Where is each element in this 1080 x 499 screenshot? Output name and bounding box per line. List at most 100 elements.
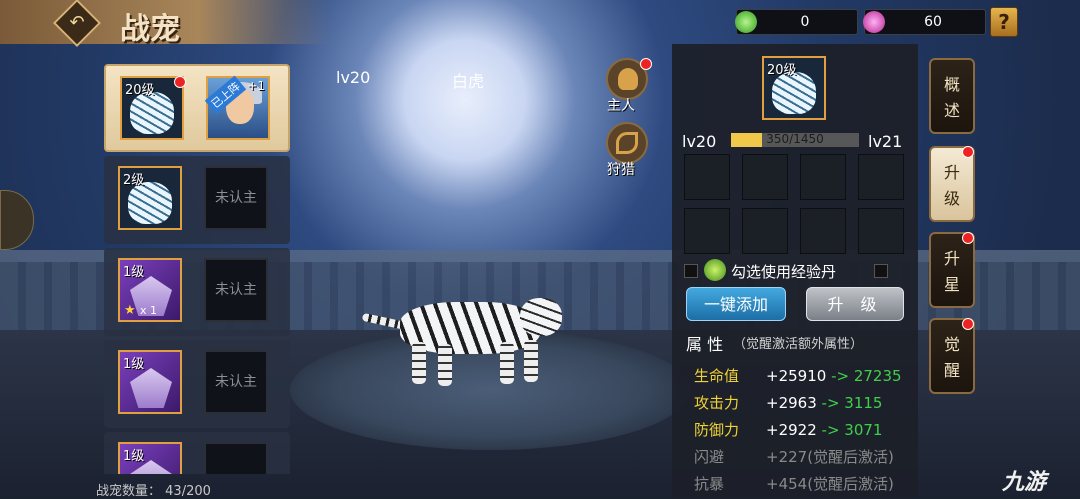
pet-list-item[interactable]: 2级 未认主 xyxy=(104,156,290,244)
unowned-slot[interactable] xyxy=(204,442,268,474)
bow-icon xyxy=(616,132,638,154)
attribute-next: -> 27235 xyxy=(831,367,902,385)
material-slot[interactable] xyxy=(800,208,846,254)
helmet-icon xyxy=(618,68,638,90)
auto-add-button[interactable]: 一键添加 xyxy=(686,287,786,321)
pet-portrait: 2级 xyxy=(118,166,182,230)
header: ↶ 战宠 0 60 ? xyxy=(0,0,1080,48)
red-dot-icon xyxy=(640,58,652,70)
pet-count-label: 战宠数量： xyxy=(96,484,162,499)
tiger-head xyxy=(520,298,562,336)
material-slot[interactable] xyxy=(858,154,904,200)
attribute-name: 攻击力 xyxy=(694,394,740,412)
tab-upgrade-label: 升 级 xyxy=(943,163,960,208)
green-gem-icon xyxy=(735,11,757,33)
white-tiger-icon xyxy=(772,72,816,114)
attribute-row: 闪避 +227(觉醒后激活) xyxy=(694,446,894,467)
owner-hero-portrait[interactable]: 已上阵 +1 xyxy=(204,75,270,140)
resource-green-value: 0 xyxy=(800,14,810,30)
star-icon: ★ xyxy=(124,303,136,318)
use-exp-label: 勾选使用经验丹 xyxy=(731,263,837,281)
help-button[interactable]: ? xyxy=(990,7,1018,37)
material-slot[interactable] xyxy=(742,208,788,254)
attribute-row: 生命值 +25910 -> 27235 xyxy=(694,365,902,386)
pet-list-item[interactable]: 1级 xyxy=(104,432,290,474)
pet-list[interactable]: 20级 已上阵 +1 2级 未认主 1级 ★ x 1 未认主 1级 未认主 1级 xyxy=(104,64,290,474)
xp-text: 350/1450 xyxy=(766,132,824,146)
material-slot[interactable] xyxy=(742,154,788,200)
use-exp-checkbox[interactable] xyxy=(874,264,888,278)
attribute-row: 防御力 +2922 -> 3071 xyxy=(694,419,882,440)
white-tiger-icon xyxy=(130,92,174,134)
tab-star-up-label: 升 星 xyxy=(943,249,960,294)
red-dot-icon xyxy=(962,318,974,330)
exp-pill-icon xyxy=(704,259,726,281)
watermark: 九游 xyxy=(1002,470,1047,495)
resource-purple: 60 xyxy=(863,9,986,35)
attribute-name: 生命值 xyxy=(694,367,740,385)
hunt-button-label: 狩猎 xyxy=(607,162,635,178)
attributes-title: 属 性 xyxy=(686,335,724,354)
hero-plus: +1 xyxy=(247,79,265,93)
pet-portrait: 1级 xyxy=(118,350,182,414)
tiger-leg xyxy=(412,342,426,384)
material-slot[interactable] xyxy=(684,154,730,200)
unowned-slot[interactable]: 未认主 xyxy=(204,166,268,230)
tiger-leg xyxy=(524,340,538,382)
red-dot-icon xyxy=(962,232,974,244)
attribute-value: +25910 xyxy=(766,367,827,385)
pet-display-name: 白虎 xyxy=(452,72,485,91)
attribute-name: 抗暴 xyxy=(694,475,725,493)
pet-list-item[interactable]: 1级 ★ x 1 未认主 xyxy=(104,248,290,336)
use-exp-checkbox-left[interactable] xyxy=(684,264,698,278)
tab-awaken-label: 觉 醒 xyxy=(943,335,960,380)
tiger-leg xyxy=(500,342,514,384)
pet-list-item[interactable]: 20级 已上阵 +1 xyxy=(104,64,290,152)
attribute-value: +454(觉醒后激活) xyxy=(766,475,894,493)
resource-purple-value: 60 xyxy=(924,14,942,30)
attributes-subtitle: （觉醒激活额外属性） xyxy=(733,337,864,352)
tiger-leg xyxy=(438,344,452,386)
upgrade-button[interactable]: 升 级 xyxy=(806,287,904,321)
unowned-slot[interactable]: 未认主 xyxy=(204,258,268,322)
back-arrow-icon: ↶ xyxy=(69,12,85,33)
red-dot-icon xyxy=(962,146,974,158)
next-level: lv21 xyxy=(868,132,903,151)
unowned-slot[interactable]: 未认主 xyxy=(204,350,268,414)
attribute-name: 防御力 xyxy=(694,421,740,439)
pet-portrait: 1级 ★ x 1 xyxy=(118,258,182,322)
white-tiger-icon xyxy=(128,182,172,224)
pet-count: 战宠数量： 43/200 xyxy=(96,480,211,499)
attribute-value: +2922 xyxy=(766,421,817,439)
attribute-row: 抗暴 +454(觉醒后激活) xyxy=(694,473,894,494)
pet-list-item[interactable]: 1级 未认主 xyxy=(104,340,290,428)
material-slot[interactable] xyxy=(800,154,846,200)
xp-bar: 350/1450 xyxy=(731,132,859,147)
attribute-value: +227(觉醒后激活) xyxy=(766,448,894,466)
white-tiger-model xyxy=(360,290,570,390)
pet-display-level: lv20 xyxy=(336,68,371,87)
tab-overview-label: 概 述 xyxy=(943,75,960,120)
purple-gem-icon xyxy=(863,11,885,33)
pet-level: 20级 xyxy=(125,83,155,98)
selected-pet-portrait: 20级 xyxy=(762,56,826,120)
attribute-row: 攻击力 +2963 -> 3115 xyxy=(694,392,882,413)
material-slot[interactable] xyxy=(684,208,730,254)
attribute-next: -> 3115 xyxy=(821,394,883,412)
pet-count-value: 43/200 xyxy=(165,484,211,499)
attribute-next: -> 3071 xyxy=(821,421,883,439)
tab-overview[interactable]: 概 述 xyxy=(929,58,975,134)
resource-green: 0 xyxy=(735,9,858,35)
current-level: lv20 xyxy=(682,132,717,151)
pet-level: 1级 xyxy=(123,265,145,280)
attribute-name: 闪避 xyxy=(694,448,725,466)
hunt-button[interactable] xyxy=(606,122,648,164)
owner-button-label: 主人 xyxy=(607,98,635,114)
purple-dragon-icon xyxy=(130,368,172,408)
material-slot[interactable] xyxy=(858,208,904,254)
selected-pet-level: 20级 xyxy=(767,63,797,78)
star-multiplier: x 1 xyxy=(140,304,158,317)
pet-level: 2级 xyxy=(123,173,145,188)
attribute-value: +2963 xyxy=(766,394,817,412)
page-title: 战宠 xyxy=(120,12,180,47)
